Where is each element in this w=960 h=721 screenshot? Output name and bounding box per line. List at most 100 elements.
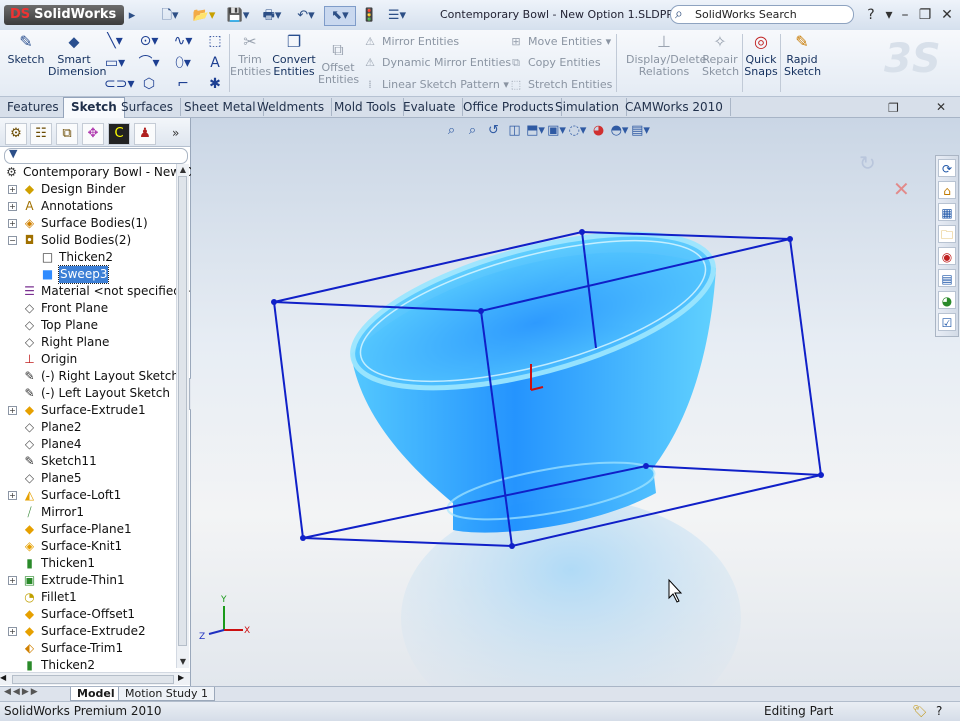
tree-item[interactable]: ◔ Fillet1 <box>0 589 176 606</box>
fillet-sketch-icon[interactable]: ⌐ <box>172 75 194 93</box>
tree-item[interactable]: ⬖ Surface-Trim1 <box>0 640 176 657</box>
construction-rect-icon[interactable]: ⬚ <box>204 32 226 50</box>
help-status-icon[interactable]: ? <box>936 702 942 721</box>
file-explorer-icon[interactable]: 🗀 <box>938 225 956 243</box>
scroll-down-icon[interactable]: ▼ <box>177 656 189 668</box>
property-manager-tab-icon[interactable]: ☷ <box>30 123 52 145</box>
move-dropdown-icon[interactable]: ▾ <box>602 35 612 48</box>
quick-snaps-button[interactable]: ◎ Quick Snaps <box>744 32 778 78</box>
expand-icon[interactable]: + <box>8 202 17 211</box>
confirmation-corner[interactable]: ↻ ✕ <box>859 151 910 201</box>
tree-item[interactable]: ⚙ Contemporary Bowl - New Op <box>0 164 201 181</box>
search-input[interactable]: ⌕ SolidWorks Search <box>670 5 854 24</box>
tree-item[interactable]: ◇ Top Plane <box>0 317 176 334</box>
save-icon[interactable]: 💾▾ <box>224 6 252 26</box>
tree-item[interactable]: ◆ Surface-Plane1 <box>0 521 176 538</box>
tree-item[interactable]: ◇ Plane2 <box>0 419 176 436</box>
display-delete-relations-button[interactable]: ⊥ Display/Delete Relations <box>626 32 706 78</box>
tree-item[interactable]: ◇ Right Plane <box>0 334 176 351</box>
mirror-entities-button[interactable]: ⚠ Mirror Entities <box>362 35 459 48</box>
smart-dimension-button[interactable]: ⬥ Smart Dimension <box>48 32 106 78</box>
sketch-button[interactable]: ✎ Sketch <box>6 32 46 66</box>
tree-item[interactable]: ⊥ Origin <box>0 351 176 368</box>
open-icon[interactable]: 📂▾ <box>190 6 218 26</box>
collapse-icon[interactable]: − <box>8 236 17 245</box>
tree-item[interactable]: ◇ Plane5 <box>0 470 176 487</box>
tab-surfaces[interactable]: Surfaces <box>114 98 181 116</box>
panel-close-icon[interactable]: ✕ <box>936 100 946 114</box>
tree-item[interactable]: ■ Sweep3 <box>0 265 176 284</box>
solidworks-logo[interactable]: DS SolidWorks <box>4 5 124 25</box>
tree-item[interactable]: ▮ Thicken1 <box>0 555 176 572</box>
scroll-thumb[interactable] <box>178 176 187 646</box>
expand-icon[interactable]: + <box>8 185 17 194</box>
minimize-button[interactable]: – <box>896 6 914 24</box>
offset-entities-button[interactable]: ⧉ Offset Entities <box>318 40 359 86</box>
dimxpert-tab-icon[interactable]: ✥ <box>82 123 104 145</box>
tree-item[interactable]: ✎ (-) Left Layout Sketch <box>0 385 176 402</box>
move-entities-button[interactable]: ⊞ Move Entities ▾ <box>508 35 611 48</box>
print-icon[interactable]: 🖶▾ <box>258 6 286 26</box>
solidworks-resources-icon[interactable]: ⟳ <box>938 159 956 177</box>
arc-icon[interactable]: ⌒▾ <box>138 54 160 72</box>
rapid-sketch-button[interactable]: ✎ Rapid Sketch <box>784 32 821 78</box>
restore-button[interactable]: ❐ <box>916 6 934 24</box>
hscroll-thumb[interactable] <box>12 675 174 684</box>
expand-icon[interactable]: + <box>8 627 17 636</box>
appearances-icon[interactable]: ◕ <box>938 291 956 309</box>
tree-item[interactable]: □ Thicken2 <box>0 249 176 266</box>
tree-item[interactable]: ◇ Plane4 <box>0 436 176 453</box>
stretch-entities-button[interactable]: ⬚ Stretch Entities <box>508 78 613 91</box>
tab-evaluate[interactable]: Evaluate <box>396 98 464 116</box>
tree-item[interactable]: − ◘ Solid Bodies(2) <box>0 232 176 249</box>
expand-icon[interactable]: + <box>8 491 17 500</box>
spline-icon[interactable]: ∿▾ <box>172 32 194 50</box>
camworks-tab-icon[interactable]: C <box>108 123 130 145</box>
point-icon[interactable]: ✱ <box>204 75 226 93</box>
polygon-icon[interactable]: ⬡ <box>138 75 160 93</box>
tab-scroll-icons[interactable]: ◀◀▶▶ <box>4 687 40 697</box>
expand-icon[interactable]: + <box>8 219 17 228</box>
help-button[interactable]: ? <box>862 6 880 24</box>
close-button[interactable]: ✕ <box>938 6 956 24</box>
design-library-icon[interactable]: ▦ <box>938 203 956 221</box>
repair-sketch-button[interactable]: ✧ Repair Sketch <box>702 32 739 78</box>
tab-office-products[interactable]: Office Products <box>456 98 562 116</box>
menu-expand-icon[interactable]: ▸ <box>126 6 138 26</box>
convert-entities-button[interactable]: ❐ Convert Entities <box>272 32 316 78</box>
tree-item[interactable]: ☰ Material <not specified> <box>0 283 191 300</box>
dynamic-mirror-button[interactable]: ⚠ Dynamic Mirror Entities <box>362 56 511 69</box>
undo-icon[interactable]: ↶▾ <box>292 6 320 26</box>
new-icon[interactable]: 🗋▾ <box>156 6 184 26</box>
circle-icon[interactable]: ⊙▾ <box>138 32 160 50</box>
tree-item[interactable]: ✎ Sketch11 <box>0 453 176 470</box>
tab-camworks-2010[interactable]: CAMWorks 2010 <box>618 98 731 116</box>
linear-sketch-pattern-button[interactable]: ⁞ Linear Sketch Pattern ▾ <box>362 78 509 91</box>
text-icon[interactable]: A <box>204 54 226 72</box>
graphics-area[interactable]: ⌕ ⌕ ↺ ◫ ⬒▾ ▣▾ ◌▾ ◕ ◓▾ ▤▾ Y X Z ↻ ✕ <box>191 118 960 686</box>
tree-filter-input[interactable]: ▼ <box>4 147 188 164</box>
options-icon[interactable]: ☰▾ <box>382 6 412 26</box>
view-palette-icon[interactable]: ▤ <box>938 269 956 287</box>
tree-item[interactable]: + ◆ Surface-Extrude2 <box>0 623 176 640</box>
trim-entities-button[interactable]: ✂ Trim Entities <box>230 32 271 78</box>
line-icon[interactable]: ╲▾ <box>104 32 126 50</box>
bottom-tab-model[interactable]: Model <box>70 687 122 701</box>
tree-item[interactable]: + A Annotations <box>0 198 176 215</box>
display-manager-tab-icon[interactable]: ♟ <box>134 123 156 145</box>
expand-icon[interactable]: + <box>8 406 17 415</box>
tree-item[interactable]: + ◭ Surface-Loft1 <box>0 487 176 504</box>
rectangle-icon[interactable]: ▭▾ <box>104 54 126 72</box>
tree-item[interactable]: ◇ Front Plane <box>0 300 176 317</box>
copy-entities-button[interactable]: ⧉ Copy Entities <box>508 56 601 70</box>
select-icon[interactable]: ⬉▾ <box>324 6 356 26</box>
scroll-up-icon[interactable]: ▲ <box>177 164 189 176</box>
model-viewport[interactable]: Y X Z ↻ ✕ <box>191 118 960 686</box>
tree-item[interactable]: + ◆ Surface-Extrude1 <box>0 402 176 419</box>
tree-item[interactable]: + ◈ Surface Bodies(1) <box>0 215 176 232</box>
search-results-icon[interactable]: ◉ <box>938 247 956 265</box>
tree-horizontal-scrollbar[interactable]: ◀ ▶ <box>0 672 190 685</box>
tree-item[interactable]: ⧸ Mirror1 <box>0 504 176 521</box>
rebuild-icon[interactable]: 🚦 <box>360 6 378 26</box>
slot-icon[interactable]: ⊂⊃▾ <box>104 75 135 93</box>
